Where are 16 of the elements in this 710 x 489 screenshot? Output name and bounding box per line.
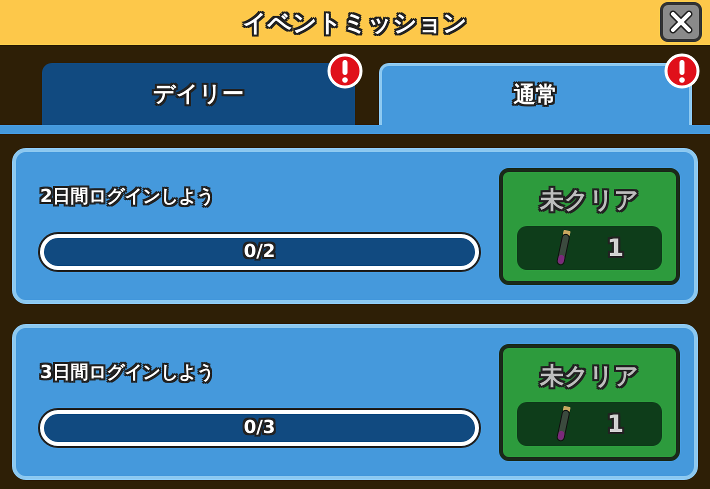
tab[interactable]: デイリー — [42, 63, 355, 125]
window-title: イベントミッション — [242, 8, 468, 38]
status-button[interactable]: 未クリア 1 — [499, 344, 680, 460]
mission-title: 2日間ログインしよう — [40, 184, 216, 208]
status-button[interactable]: 未クリア 1 — [499, 168, 680, 284]
progress-text: 0/2 — [244, 240, 276, 264]
reward-count: 1 — [607, 233, 624, 264]
mission-title: 3日間ログインしよう — [40, 360, 216, 384]
close-icon — [669, 10, 693, 34]
reward-count: 1 — [607, 409, 624, 440]
progress-text: 0/3 — [244, 416, 276, 440]
vial-icon — [555, 228, 572, 268]
status-label: 未クリア — [540, 361, 639, 392]
vial-icon — [555, 404, 572, 444]
close-button[interactable] — [660, 2, 702, 42]
status-label: 未クリア — [540, 185, 639, 216]
